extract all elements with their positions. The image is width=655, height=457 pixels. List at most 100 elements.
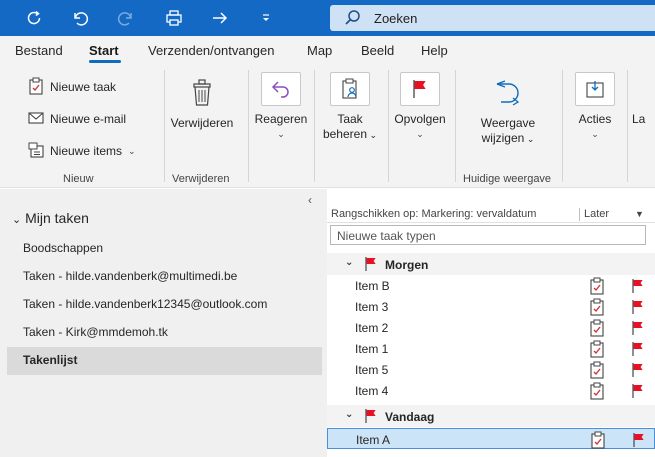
trash-icon [182,76,222,110]
ribbon-separator [455,70,456,182]
flag-icon[interactable] [631,341,645,360]
sync-icon[interactable] [22,7,46,29]
task-subject: Item 4 [355,384,389,398]
new-items-button[interactable]: Nieuwe items ⌄ [28,140,136,162]
search-box[interactable]: Zoeken [330,5,655,31]
task-clipboard-icon[interactable] [589,361,605,382]
change-view-button[interactable]: Weergave wijzigen ⌄ [470,76,546,147]
column-divider [579,208,580,221]
tab-start[interactable]: Start [89,43,119,58]
task-clipboard-icon[interactable] [589,319,605,340]
chevron-down-icon: ⌄ [277,129,285,139]
flag-icon[interactable] [631,299,645,318]
search-input[interactable]: Zoeken [374,11,417,26]
undo-icon[interactable] [68,7,92,29]
ribbon-separator [627,70,628,182]
folder-item-boodschappen[interactable]: Boodschappen [23,241,103,255]
sort-label[interactable]: Rangschikken op: Markering: vervaldatum [331,208,536,220]
task-subject: Item 2 [355,321,389,335]
flag-icon [364,408,378,427]
new-task-input[interactable]: Nieuwe taak typen [330,225,646,245]
envelope-icon [28,111,44,128]
collapse-pane-icon[interactable]: ‹ [308,193,312,207]
group-label-huidige-weergave: Huidige weergave [463,173,552,185]
folder-item-takenlijst[interactable]: Takenlijst [7,347,322,375]
follow-up-button[interactable]: Opvolgen ⌄ [390,72,450,142]
flag-icon[interactable] [631,278,645,297]
sort-order[interactable]: Later [584,208,609,220]
flag-icon [364,256,378,275]
task-list-pane: Rangschikken op: Markering: vervaldatum … [327,189,655,457]
task-group-header[interactable]: ⌄ Morgen [327,253,655,275]
task-row[interactable]: Item 1 [327,338,655,359]
active-tab-indicator [89,60,121,63]
folder-pane: ‹ ⌄ Mijn taken Boodschappen Taken - hild… [0,189,327,457]
task-clipboard-icon[interactable] [590,431,606,452]
tab-help[interactable]: Help [421,43,448,58]
chevron-down-icon: ⌄ [524,134,535,144]
tab-verzenden-ontvangen[interactable]: Verzenden/ontvangen [148,43,275,58]
task-subject: Item A [356,433,391,447]
sort-bar[interactable]: Rangschikken op: Markering: vervaldatum … [327,207,655,223]
task-row[interactable]: Item 2 [327,317,655,338]
flag-icon[interactable] [631,362,645,381]
move-to-folder-icon [575,72,615,106]
task-clipboard-icon[interactable] [589,340,605,361]
manage-task-button[interactable]: Taak beheren ⌄ [318,72,382,143]
task-row[interactable]: Item 4 [327,380,655,401]
group-label-verwijderen: Verwijderen [172,173,230,185]
task-group-header[interactable]: ⌄ Vandaag [327,405,655,427]
title-bar: Zoeken [0,0,655,36]
customize-toolbar-icon[interactable] [254,7,278,29]
folder-item-kirk[interactable]: Taken - Kirk@mmdemoh.tk [23,325,168,339]
flag-icon[interactable] [631,320,645,339]
search-icon [344,9,362,30]
new-items-icon [28,142,44,161]
task-subject: Item 3 [355,300,389,314]
task-row[interactable]: Item B [327,275,655,296]
task-clipboard-icon[interactable] [589,277,605,298]
folder-item-multimedi[interactable]: Taken - hilde.vandenberk@multimedi.be [23,269,237,283]
tags-button[interactable]: La [632,72,655,127]
flag-icon[interactable] [631,383,645,402]
new-task-button[interactable]: Nieuwe taak [28,76,116,98]
chevron-down-icon: ⌄ [12,214,22,226]
task-subject: Item 5 [355,363,389,377]
chevron-down-icon: ⌄ [367,130,378,140]
task-row[interactable]: Item 3 [327,296,655,317]
task-clipboard-icon [28,77,44,98]
task-person-icon [330,72,370,106]
chevron-down-icon: ⌄ [345,257,354,268]
task-row[interactable]: Item 5 [327,359,655,380]
chevron-down-icon: ⌄ [416,129,424,139]
ribbon-separator [314,70,315,182]
actions-button[interactable]: Acties ⌄ [568,72,622,142]
redo-icon[interactable] [114,7,138,29]
task-subject: Item 1 [355,342,389,356]
respond-button[interactable]: Reageren ⌄ [252,72,310,142]
delete-button[interactable]: Verwijderen [168,76,236,131]
chevron-down-icon: ⌄ [345,409,354,420]
tab-bestand[interactable]: Bestand [15,43,63,58]
ribbon-separator [164,70,165,182]
forward-arrow-icon[interactable] [208,7,232,29]
flag-icon [400,72,440,106]
ribbon-separator [248,70,249,182]
print-icon[interactable] [162,7,186,29]
task-row[interactable]: Item A [327,428,655,449]
flag-icon[interactable] [632,432,646,451]
tab-beeld[interactable]: Beeld [361,43,394,58]
chevron-down-icon: ⌄ [128,145,136,156]
ribbon-separator [562,70,563,182]
task-clipboard-icon[interactable] [589,298,605,319]
tab-map[interactable]: Map [307,43,332,58]
ribbon-separator [388,70,389,182]
folder-item-outlook[interactable]: Taken - hilde.vandenberk12345@outlook.co… [23,297,267,311]
dropdown-arrow-icon[interactable]: ▼ [635,209,644,219]
folder-group-mijn-taken[interactable]: ⌄ Mijn taken [12,210,89,226]
new-email-button[interactable]: Nieuwe e-mail [28,108,126,130]
task-subject: Item B [355,279,390,293]
task-clipboard-icon[interactable] [589,382,605,403]
reply-arrow-icon [261,72,301,106]
change-view-icon [488,76,528,110]
